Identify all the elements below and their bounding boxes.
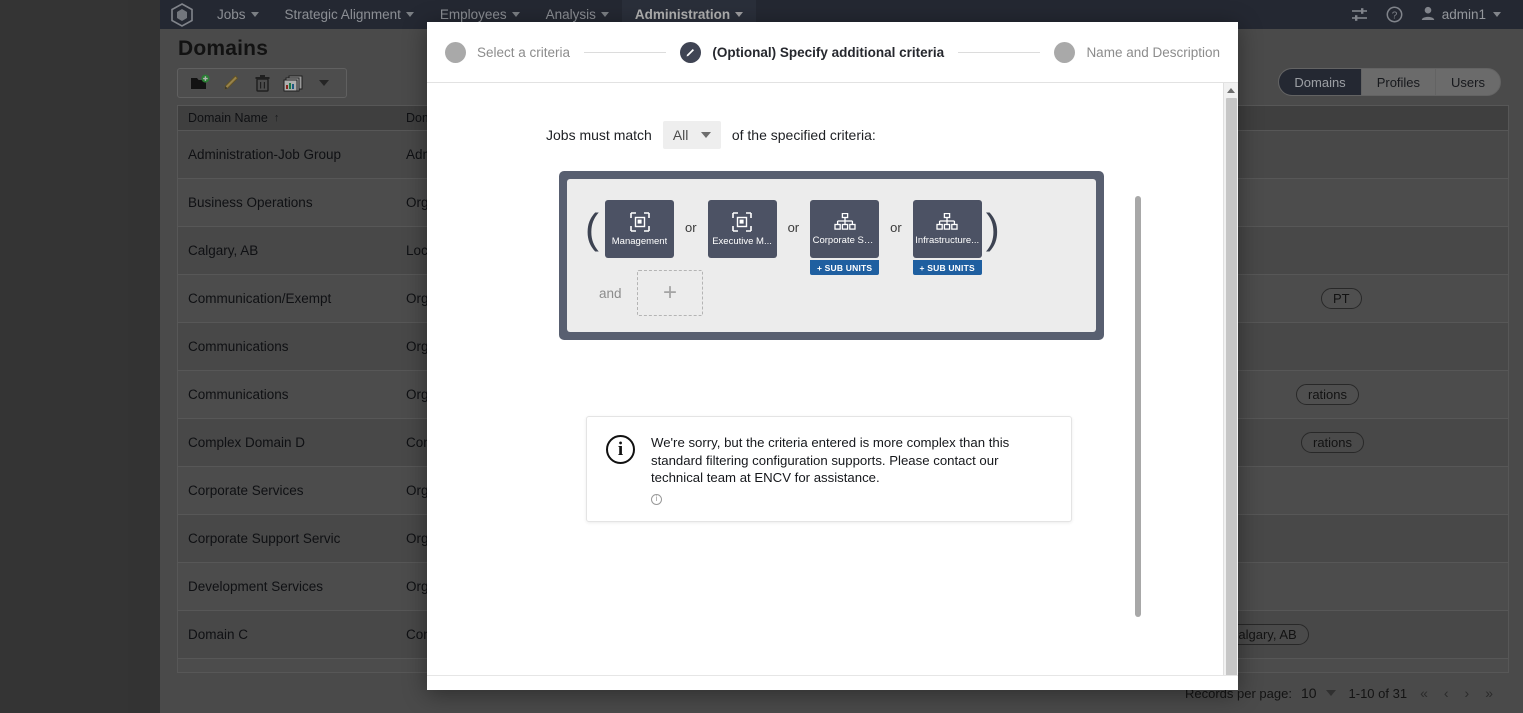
match-criteria-row: Jobs must match All of the specified cri… bbox=[427, 121, 1238, 149]
criteria-operator-and: and bbox=[599, 285, 622, 301]
sub-units-badge[interactable]: + SUB UNITS bbox=[912, 260, 982, 275]
specify-criteria-modal: Select a criteria (Optional) Specify add… bbox=[427, 22, 1238, 690]
sub-units-badge[interactable]: + SUB UNITS bbox=[810, 260, 880, 275]
job-group-icon bbox=[732, 211, 752, 232]
info-message-card: i We're sorry, but the criteria entered … bbox=[586, 416, 1072, 523]
match-type-select[interactable]: All bbox=[662, 121, 721, 149]
add-criteria-button[interactable]: + bbox=[637, 270, 703, 316]
criteria-chip-label: Management bbox=[611, 235, 668, 247]
criteria-group-row: ( Management or Executive M... or Corpor… bbox=[581, 192, 1082, 275]
wizard-step-additional-criteria[interactable]: (Optional) Specify additional criteria bbox=[680, 41, 945, 63]
criteria-chip-infrastructure[interactable]: Infrastructure... + SUB UNITS bbox=[912, 200, 982, 275]
scrollbar-thumb[interactable] bbox=[1225, 98, 1237, 675]
info-message-text: We're sorry, but the criteria entered is… bbox=[651, 435, 1010, 486]
open-paren-label: ( bbox=[585, 205, 599, 252]
criteria-operator-or: or bbox=[890, 220, 902, 235]
match-suffix-label: of the specified criteria: bbox=[731, 127, 876, 143]
criteria-operator-or: or bbox=[685, 220, 697, 235]
criteria-builder: ( Management or Executive M... or Corpor… bbox=[559, 171, 1104, 340]
modal-content-scrollbar-thumb[interactable] bbox=[1135, 196, 1141, 617]
modal-scrollbar[interactable] bbox=[1223, 83, 1238, 675]
triangle-up-icon bbox=[1227, 88, 1235, 93]
criteria-add-row: and + bbox=[581, 270, 1082, 316]
small-info-icon[interactable]: i bbox=[651, 493, 662, 505]
wizard-steps: Select a criteria (Optional) Specify add… bbox=[445, 41, 1221, 63]
wizard-step-label: Select a criteria bbox=[477, 44, 571, 60]
modal-body: Jobs must match All of the specified cri… bbox=[427, 83, 1238, 675]
wizard-step-label: Name and Description bbox=[1086, 44, 1221, 60]
criteria-chip-label: Executive M... bbox=[712, 235, 772, 247]
close-paren-label: ) bbox=[985, 205, 1000, 252]
criteria-chip-corporate-se[interactable]: Corporate Se... + SUB UNITS bbox=[810, 200, 880, 275]
modal-wizard-header: Select a criteria (Optional) Specify add… bbox=[427, 22, 1238, 83]
pencil-icon bbox=[680, 41, 702, 63]
modal-body-inner: Jobs must match All of the specified cri… bbox=[427, 83, 1238, 675]
scroll-up-button[interactable] bbox=[1227, 83, 1235, 98]
step-dot-icon bbox=[1054, 41, 1076, 63]
criteria-builder-inner: ( Management or Executive M... or Corpor… bbox=[567, 179, 1096, 332]
wizard-step-connector bbox=[584, 51, 667, 53]
wizard-step-select-criteria[interactable]: Select a criteria bbox=[445, 41, 571, 63]
org-unit-icon bbox=[833, 212, 856, 231]
criteria-chip-label: Infrastructure... bbox=[915, 234, 980, 246]
chevron-down-icon bbox=[700, 132, 711, 138]
step-dot-icon bbox=[445, 41, 466, 63]
criteria-chip-label: Corporate Se... bbox=[812, 234, 877, 246]
criteria-chip-executive-m[interactable]: Executive M... bbox=[707, 200, 777, 258]
modal-footer bbox=[427, 675, 1238, 690]
wizard-step-connector bbox=[958, 51, 1041, 53]
info-circle-icon: i bbox=[606, 435, 635, 464]
plus-icon: + bbox=[662, 279, 677, 306]
match-type-value: All bbox=[672, 127, 689, 143]
match-prefix-label: Jobs must match bbox=[546, 127, 652, 143]
job-group-icon bbox=[629, 211, 650, 232]
wizard-step-label: (Optional) Specify additional criteria bbox=[712, 44, 945, 60]
org-unit-icon bbox=[936, 212, 958, 231]
info-message-body: We're sorry, but the criteria entered is… bbox=[651, 434, 1052, 506]
wizard-step-name-description[interactable]: Name and Description bbox=[1054, 41, 1221, 63]
criteria-chip-management[interactable]: Management bbox=[605, 200, 674, 258]
criteria-operator-or: or bbox=[787, 220, 800, 235]
